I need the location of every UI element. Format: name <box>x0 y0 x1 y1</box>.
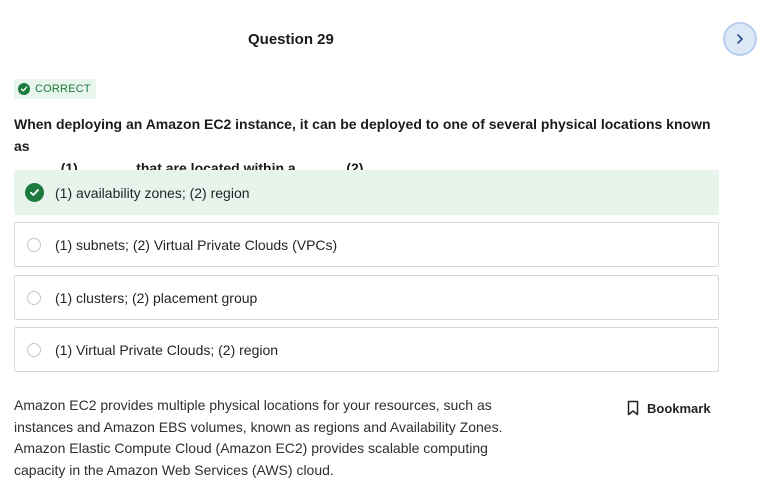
checked-icon <box>25 183 44 202</box>
radio-icon <box>27 290 41 305</box>
chevron-right-icon <box>737 34 743 44</box>
explanation-line-4: capacity in the Amazon Web Services (AWS… <box>14 461 334 478</box>
correct-badge: CORRECT <box>14 79 96 99</box>
next-question-button[interactable] <box>723 22 757 56</box>
check-circle-icon <box>18 83 30 95</box>
answer-option-4[interactable]: (1) Virtual Private Clouds; (2) region <box>14 327 719 372</box>
badge-label: CORRECT <box>35 83 91 95</box>
answer-option-1[interactable]: (1) availability zones; (2) region <box>14 170 719 215</box>
explanation-line-3: Amazon Elastic Compute Cloud (Amazon EC2… <box>14 440 488 456</box>
radio-icon <box>27 237 41 252</box>
option-label: (1) availability zones; (2) region <box>55 184 250 201</box>
option-label: (1) Virtual Private Clouds; (2) region <box>55 341 279 358</box>
explanation-line-2: instances and Amazon EBS volumes, known … <box>14 418 503 435</box>
bookmark-label: Bookmark <box>647 400 711 416</box>
explanation-line-1: Amazon EC2 provides multiple physical lo… <box>14 397 492 413</box>
answer-option-2[interactable]: (1) subnets; (2) Virtual Private Clouds … <box>14 222 719 267</box>
bookmark-button[interactable]: Bookmark <box>627 400 711 416</box>
option-label: (1) clusters; (2) placement group <box>55 289 258 306</box>
option-label: (1) subnets; (2) Virtual Private Clouds … <box>55 236 338 253</box>
radio-icon <box>27 342 41 357</box>
bookmark-icon <box>627 400 639 416</box>
answer-option-3[interactable]: (1) clusters; (2) placement group <box>14 275 719 320</box>
explanation-text: Amazon EC2 provides multiple physical lo… <box>14 395 504 481</box>
question-line-1: When deploying an Amazon EC2 instance, i… <box>14 116 711 154</box>
question-title: Question 29 <box>248 31 334 48</box>
